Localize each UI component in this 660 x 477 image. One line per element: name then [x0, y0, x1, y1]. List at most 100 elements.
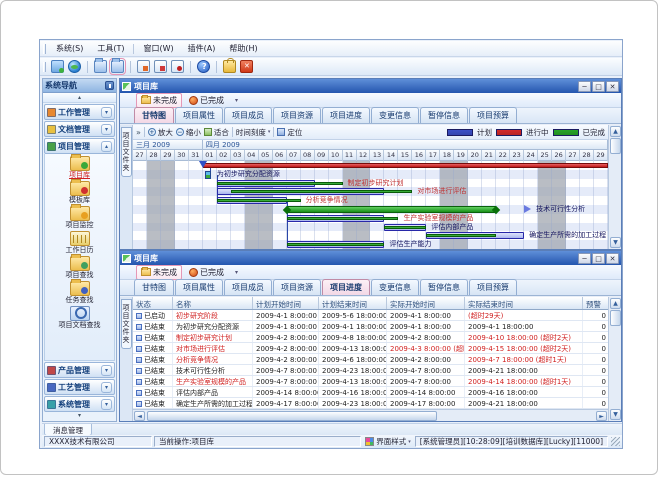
sidebar-group-工作管理[interactable]: 工作管理▾: [44, 104, 115, 120]
scrollbar-thumb[interactable]: [610, 138, 621, 154]
gantt-task-bar[interactable]: [287, 206, 497, 213]
table-row[interactable]: 已结束确定生产所需的加工过程2009-4-17 8:00:002009-4-23…: [133, 398, 608, 409]
table-row[interactable]: 已结束分析竞争情况2009-4-2 8:00:002009-4-6 18:00:…: [133, 354, 608, 365]
tab-项目预算[interactable]: 项目预算: [469, 279, 517, 295]
table-row[interactable]: 已启动初步研究阶段2009-4-1 8:00:002009-5-6 18:00:…: [133, 310, 608, 321]
column-header-计划开始时间[interactable]: 计划开始时间: [253, 297, 319, 309]
scroll-right-icon[interactable]: ►: [596, 411, 607, 421]
maximize-button[interactable]: □: [592, 81, 605, 92]
resize-grip[interactable]: [611, 437, 620, 446]
fit-button[interactable]: 适合: [204, 127, 229, 138]
column-header-计划结束时间[interactable]: 计划结束时间: [319, 297, 387, 309]
gantt-actual-bar[interactable]: [217, 182, 343, 185]
table-vertical-scrollbar[interactable]: ▲ ▼: [608, 297, 621, 421]
unfinished-button[interactable]: 未完成: [136, 93, 182, 108]
zoom-out-button[interactable]: −缩小: [176, 127, 201, 138]
sidebar-item-模板库[interactable]: 模板库: [45, 181, 114, 205]
scrollbar-thumb[interactable]: [147, 411, 437, 421]
exit-icon[interactable]: [240, 60, 253, 73]
group-toggle-icon[interactable]: ▾: [101, 399, 112, 410]
gantt-task-bar[interactable]: [205, 171, 211, 179]
win-toolbar-overflow-button[interactable]: ▾: [235, 97, 238, 104]
sidebar-item-项目监控[interactable]: 项目监控: [45, 206, 114, 230]
report-edit-icon[interactable]: [154, 60, 167, 73]
scrollbar-thumb[interactable]: [610, 310, 621, 326]
gantt-actual-bar[interactable]: [384, 226, 426, 229]
interface-style-button[interactable]: 界面样式 ▾: [363, 436, 413, 447]
table-row[interactable]: 已结束为初步研究分配资源2009-4-1 8:00:002009-4-1 18:…: [133, 321, 608, 332]
help-icon[interactable]: [197, 60, 210, 73]
sidebar-header[interactable]: 系统导航: [43, 79, 116, 93]
sidebar-group-项目管理[interactable]: 项目管理▴: [44, 138, 115, 154]
table-row[interactable]: 已结束生产实验室规模的产品2009-4-7 8:00:002009-4-13 1…: [133, 376, 608, 387]
group-toggle-icon[interactable]: ▾: [101, 382, 112, 393]
close-button[interactable]: ✕: [606, 253, 619, 264]
group-toggle-icon[interactable]: ▴: [101, 141, 112, 152]
unfinished-button[interactable]: 未完成: [136, 265, 182, 280]
gantt-toolbar-chevron[interactable]: »: [136, 128, 141, 137]
menu-item-2[interactable]: 窗口(W): [136, 41, 180, 56]
scroll-down-icon[interactable]: ▼: [610, 237, 621, 248]
gantt-actual-bar[interactable]: [426, 234, 496, 237]
sidebar-item-项目查找[interactable]: 项目查找: [45, 256, 114, 280]
locate-button[interactable]: 定位: [277, 127, 302, 138]
table-row[interactable]: 已结束评估内部产品2009-4-14 8:00:002009-4-16 18:0…: [133, 387, 608, 398]
menu-item-1[interactable]: 工具(T): [90, 41, 131, 56]
table-horizontal-scrollbar[interactable]: ◄ ►: [133, 409, 608, 421]
sidebar-item-项目文档查找[interactable]: 项目文档查找: [45, 306, 114, 330]
finished-button[interactable]: 已完成: [185, 94, 228, 107]
tab-项目进度[interactable]: 项目进度: [322, 279, 370, 295]
group-toggle-icon[interactable]: ▾: [101, 124, 112, 135]
sidebar-group-工艺管理[interactable]: 工艺管理▾: [44, 379, 115, 395]
tab-变更信息[interactable]: 变更信息: [371, 279, 419, 295]
finished-button[interactable]: 已完成: [185, 266, 228, 279]
timescale-button[interactable]: 时间刻度▾: [236, 127, 271, 138]
group-toggle-icon[interactable]: ▾: [101, 107, 112, 118]
tab-甘特图[interactable]: 甘特图: [134, 279, 174, 295]
web-icon[interactable]: [68, 60, 81, 73]
tab-项目资源[interactable]: 项目资源: [273, 107, 321, 123]
tab-项目资源[interactable]: 项目资源: [273, 279, 321, 295]
tab-项目属性[interactable]: 项目属性: [175, 107, 223, 123]
scroll-up-icon[interactable]: ▲: [610, 298, 621, 309]
sidebar-item-项目库[interactable]: 项目库: [45, 156, 114, 180]
lock-icon[interactable]: [223, 60, 236, 73]
menu-item-3[interactable]: 插件(A): [181, 41, 223, 56]
sidebar-group-系统管理[interactable]: 系统管理▾: [44, 396, 115, 412]
column-header-名称[interactable]: 名称: [173, 297, 253, 309]
sidebar-item-工作日历[interactable]: 工作日历: [45, 231, 114, 255]
table-row[interactable]: 已结束技术可行性分析2009-4-7 8:00:002009-4-23 18:0…: [133, 365, 608, 376]
tab-项目进度[interactable]: 项目进度: [322, 107, 370, 123]
gantt-summary-bar[interactable]: [203, 163, 608, 168]
sidebar-item-任务查找[interactable]: 任务查找: [45, 281, 114, 305]
column-header-预警[interactable]: 预警: [583, 297, 608, 309]
sidebar-group-文档管理[interactable]: 文档管理▾: [44, 121, 115, 137]
sidebar-scroll-up-button[interactable]: ▴: [43, 93, 116, 103]
tab-变更信息[interactable]: 变更信息: [371, 107, 419, 123]
pin-icon[interactable]: [105, 81, 114, 90]
column-header-实际开始时间[interactable]: 实际开始时间: [387, 297, 465, 309]
minimize-button[interactable]: ─: [578, 253, 591, 264]
table-window-titlebar[interactable]: 项目库 ─ □ ✕: [120, 251, 621, 265]
gantt-vertical-scrollbar[interactable]: ▲ ▼: [608, 125, 621, 249]
report-delete-icon[interactable]: [171, 60, 184, 73]
menu-item-0[interactable]: 系统(S): [49, 41, 90, 56]
column-header-实际结束时间[interactable]: 实际结束时间: [465, 297, 583, 309]
maximize-button[interactable]: □: [592, 253, 605, 264]
sidebar-group-产品管理[interactable]: 产品管理▾: [44, 362, 115, 378]
gantt-actual-bar[interactable]: [287, 243, 385, 246]
folder-open-icon[interactable]: [111, 60, 124, 73]
sidebar-overflow-button[interactable]: ▾: [43, 412, 116, 421]
close-button[interactable]: ✕: [606, 81, 619, 92]
tab-暂停信息[interactable]: 暂停信息: [420, 107, 468, 123]
table-row[interactable]: 已结束对市场进行评估2009-4-2 8:00:002009-4-13 18:0…: [133, 343, 608, 354]
scroll-up-icon[interactable]: ▲: [610, 126, 621, 137]
gantt-actual-bar[interactable]: [231, 190, 413, 193]
project-folder-side-tab[interactable]: 项目文件夹: [121, 299, 132, 349]
zoom-in-button[interactable]: +放大: [148, 127, 173, 138]
win-toolbar-overflow-button[interactable]: ▾: [235, 269, 238, 276]
tab-暂停信息[interactable]: 暂停信息: [420, 279, 468, 295]
gantt-window-titlebar[interactable]: 项目库 ─ □ ✕: [120, 79, 621, 93]
table-row[interactable]: 已结束制定初步研究计划2009-4-2 8:00:002009-4-8 18:0…: [133, 332, 608, 343]
column-header-状态[interactable]: 状态: [133, 297, 173, 309]
